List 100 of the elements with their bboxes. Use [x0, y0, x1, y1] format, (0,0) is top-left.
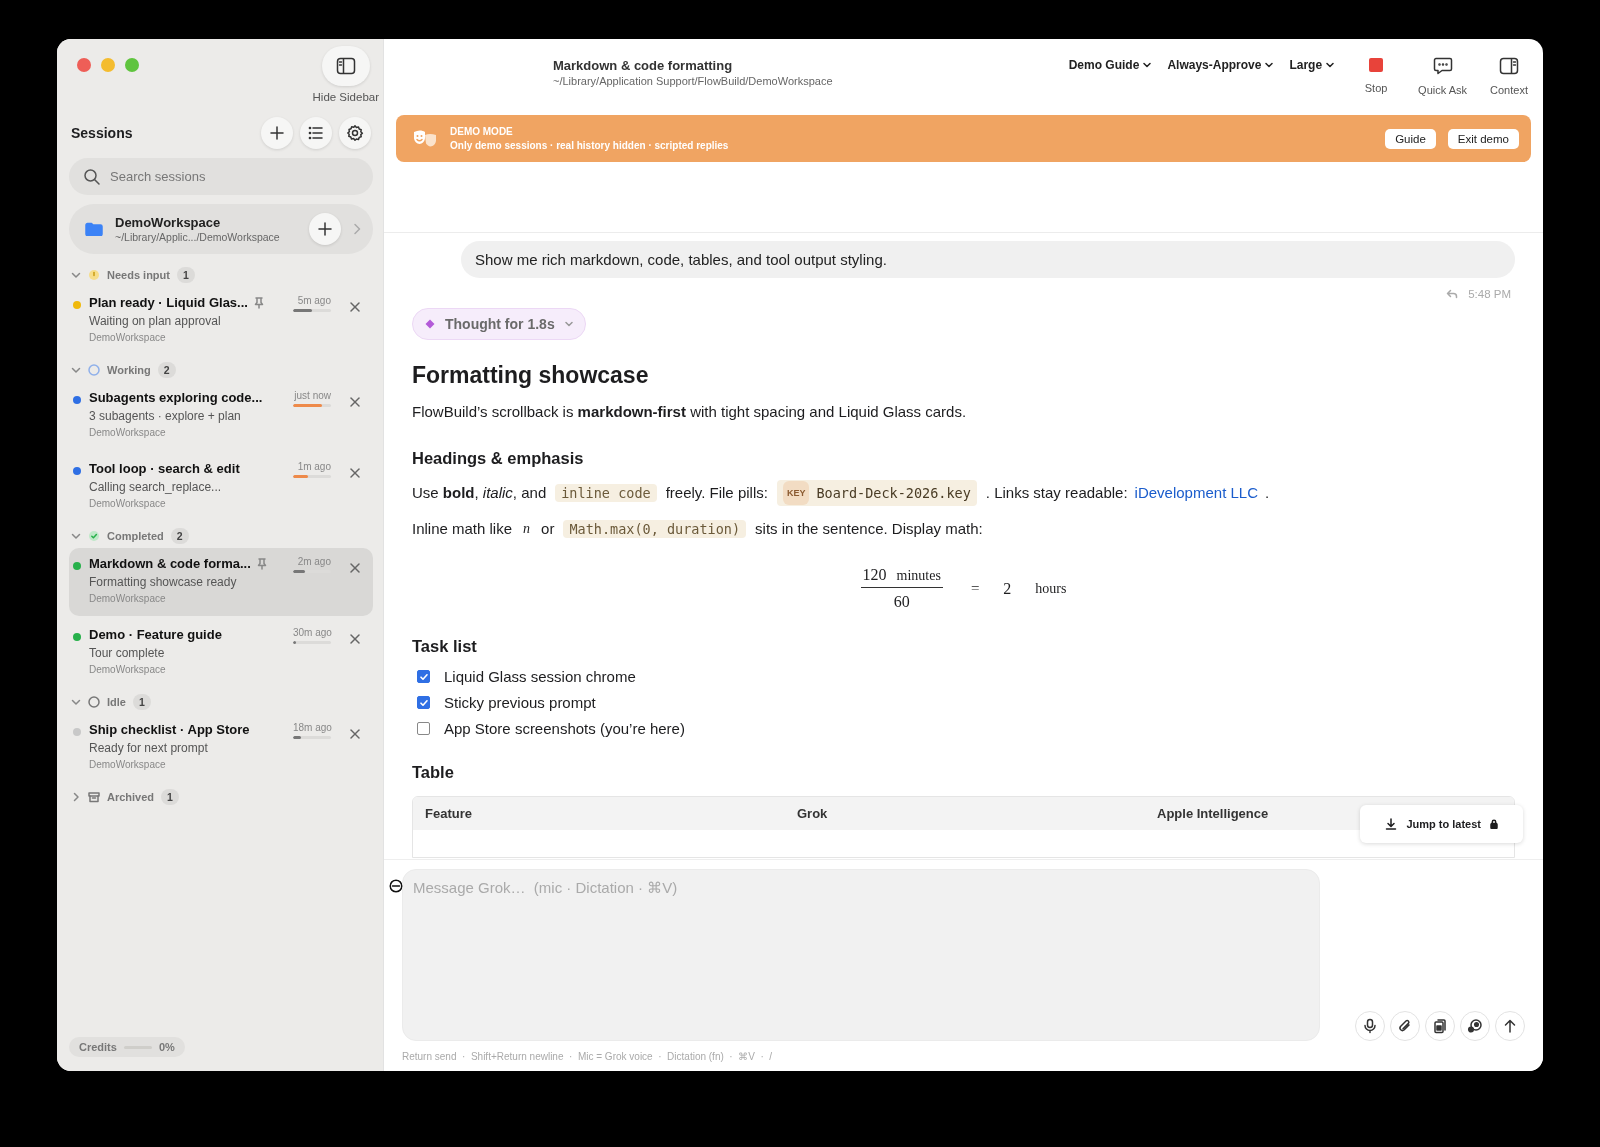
task-label: App Store screenshots (you’re here)	[444, 720, 685, 737]
session-workspace: DemoWorkspace	[89, 427, 167, 438]
add-button[interactable]	[309, 213, 341, 245]
session-title: Plan ready · Liquid Glas...	[89, 295, 248, 310]
list-icon	[307, 124, 325, 142]
credits-text: Credits	[79, 1041, 117, 1053]
mic-button[interactable]	[1355, 1011, 1385, 1041]
count-badge: 1	[132, 694, 151, 710]
message-field[interactable]: Message Grok… (mic · Dictation · ⌘V)	[402, 869, 1320, 1041]
session-item[interactable]: Tool loop · search & edit Calling search_replace... DemoWorkspace 1m ago	[69, 453, 373, 521]
plus-icon	[268, 124, 286, 142]
count-badge: 2	[170, 528, 189, 544]
alert-icon	[88, 269, 100, 281]
shortcut-hint: Return send · Shift+Return newline · Mic = Grok voice · Dictation (fn) · ⌘V · /	[402, 1051, 774, 1062]
session-subtitle: Calling search_replace...	[89, 480, 223, 494]
stop-icon	[1368, 57, 1385, 73]
session-item[interactable]: Demo · Feature guide Tour complete DemoWorkspace 30m ago	[69, 619, 373, 687]
group-header[interactable]: Idle 1	[69, 690, 373, 714]
circle-icon	[88, 364, 100, 376]
timestamp: just now	[293, 390, 331, 401]
thought-pill[interactable]: Thought for 1.8s	[412, 308, 586, 340]
progress-bar	[293, 404, 331, 407]
search-field[interactable]: Search sessions	[69, 158, 373, 195]
checkbox[interactable]	[417, 670, 430, 683]
session-title: Subagents exploring code...	[89, 390, 263, 405]
session-workspace: DemoWorkspace	[89, 498, 167, 509]
column-header: Grok	[797, 806, 829, 821]
close-icon[interactable]	[349, 562, 361, 574]
math-variable: n	[523, 520, 531, 538]
voice-button[interactable]	[1460, 1011, 1490, 1041]
group-header[interactable]: Completed 2	[69, 524, 373, 548]
session-item[interactable]: Ship checklist · App Store Ready for next prompt DemoWorkspace 18m ago	[69, 714, 373, 782]
checkbox[interactable]	[417, 722, 430, 735]
stop-button[interactable]: Stop	[1356, 57, 1397, 94]
window-control[interactable]	[77, 58, 91, 72]
context-button[interactable]: Context	[1489, 57, 1529, 96]
session-item[interactable]: Subagents exploring code... 3 subagents · explore + plan DemoWorkspace just now	[69, 382, 373, 450]
chevron-down-icon	[71, 531, 81, 541]
archive-icon	[88, 791, 100, 803]
session-subtitle: Waiting on plan approval	[89, 314, 222, 328]
hide-sidebar-button[interactable]	[321, 46, 370, 86]
session-title: Demo · Feature guide	[89, 627, 222, 642]
session-workspace: DemoWorkspace	[89, 759, 167, 770]
paragraph-text: sits in the sentence. Display math:	[755, 519, 983, 539]
session-item[interactable]: Markdown & code forma... Formatting showcase ready DemoWorkspace 2m ago	[69, 548, 373, 616]
search-icon	[83, 168, 101, 186]
session-workspace: DemoWorkspace	[89, 593, 167, 604]
workspace-path: ~/Library/Applic.../DemoWorkspace	[115, 231, 281, 243]
banner-button[interactable]: Guide	[1385, 128, 1436, 149]
timestamp: 30m ago	[293, 627, 331, 638]
paragraph-text: Use bold, italic, and	[412, 483, 547, 503]
file-name: Board-Deck-2026.key	[816, 485, 971, 501]
chevron-down-icon	[564, 321, 573, 327]
attach-button[interactable]	[1390, 1011, 1420, 1041]
banner-button[interactable]: Exit demo	[1447, 128, 1519, 149]
inline-code: inline code	[555, 484, 657, 502]
paste-button[interactable]	[1425, 1011, 1455, 1041]
chevron-down-icon	[1143, 62, 1152, 68]
close-icon[interactable]	[349, 633, 361, 645]
send-button[interactable]	[1495, 1011, 1525, 1041]
send-icon	[1502, 1018, 1518, 1034]
dropdown-button[interactable]: Demo Guide	[1068, 58, 1152, 72]
fraction: 120 minutes 60	[860, 566, 944, 611]
timestamp: 5m ago	[296, 295, 331, 306]
session-title: Tool loop · search & edit	[89, 461, 240, 476]
count-badge: 2	[157, 362, 176, 378]
paperclip-icon	[1397, 1018, 1413, 1034]
dropdown-button[interactable]: Large	[1289, 58, 1335, 72]
group-header[interactable]: Working 2	[69, 358, 373, 382]
list-button[interactable]	[300, 117, 332, 149]
paragraph-text: .	[1265, 483, 1270, 503]
column-header: Feature	[425, 806, 473, 821]
workspace-card[interactable]: DemoWorkspace ~/Library/Applic.../DemoWorkspace	[69, 204, 373, 254]
close-icon[interactable]	[349, 396, 361, 408]
task-label: Liquid Glass session chrome	[444, 668, 636, 685]
settings-button[interactable]	[339, 117, 371, 149]
checkbox[interactable]	[417, 696, 430, 709]
session-title: Markdown & code forma...	[89, 556, 251, 571]
voice-icon	[1467, 1018, 1483, 1034]
chevron-down-icon	[1265, 62, 1274, 68]
paragraph-text: Inline math like	[412, 519, 513, 539]
minus-circle-icon[interactable]	[389, 879, 403, 893]
close-icon[interactable]	[349, 728, 361, 740]
dropdown-button[interactable]: Always-Approve	[1167, 58, 1274, 72]
column-header: Apple Intelligence	[1157, 806, 1270, 821]
file-pill[interactable]: KEY Board-Deck-2026.key	[776, 480, 977, 506]
workspace-name: DemoWorkspace	[115, 215, 222, 230]
close-icon[interactable]	[349, 467, 361, 479]
chevron-down-icon	[1326, 62, 1335, 68]
check-icon	[419, 698, 428, 707]
link[interactable]: iDevelopment LLC	[1134, 482, 1258, 504]
new-session-button[interactable]	[261, 117, 293, 149]
jump-to-latest-button[interactable]: Jump to latest	[1360, 805, 1523, 843]
close-icon[interactable]	[349, 301, 361, 313]
group-header[interactable]: Needs input 1	[69, 263, 373, 287]
sidebar-title: Sessions	[71, 125, 133, 141]
session-title: Ship checklist · App Store	[89, 722, 250, 737]
session-item[interactable]: Plan ready · Liquid Glas... Waiting on plan approval DemoWorkspace 5m ago	[69, 287, 373, 355]
paragraph-text: . Links stay readable:	[985, 483, 1128, 503]
group-header[interactable]: Archived 1	[69, 785, 373, 809]
